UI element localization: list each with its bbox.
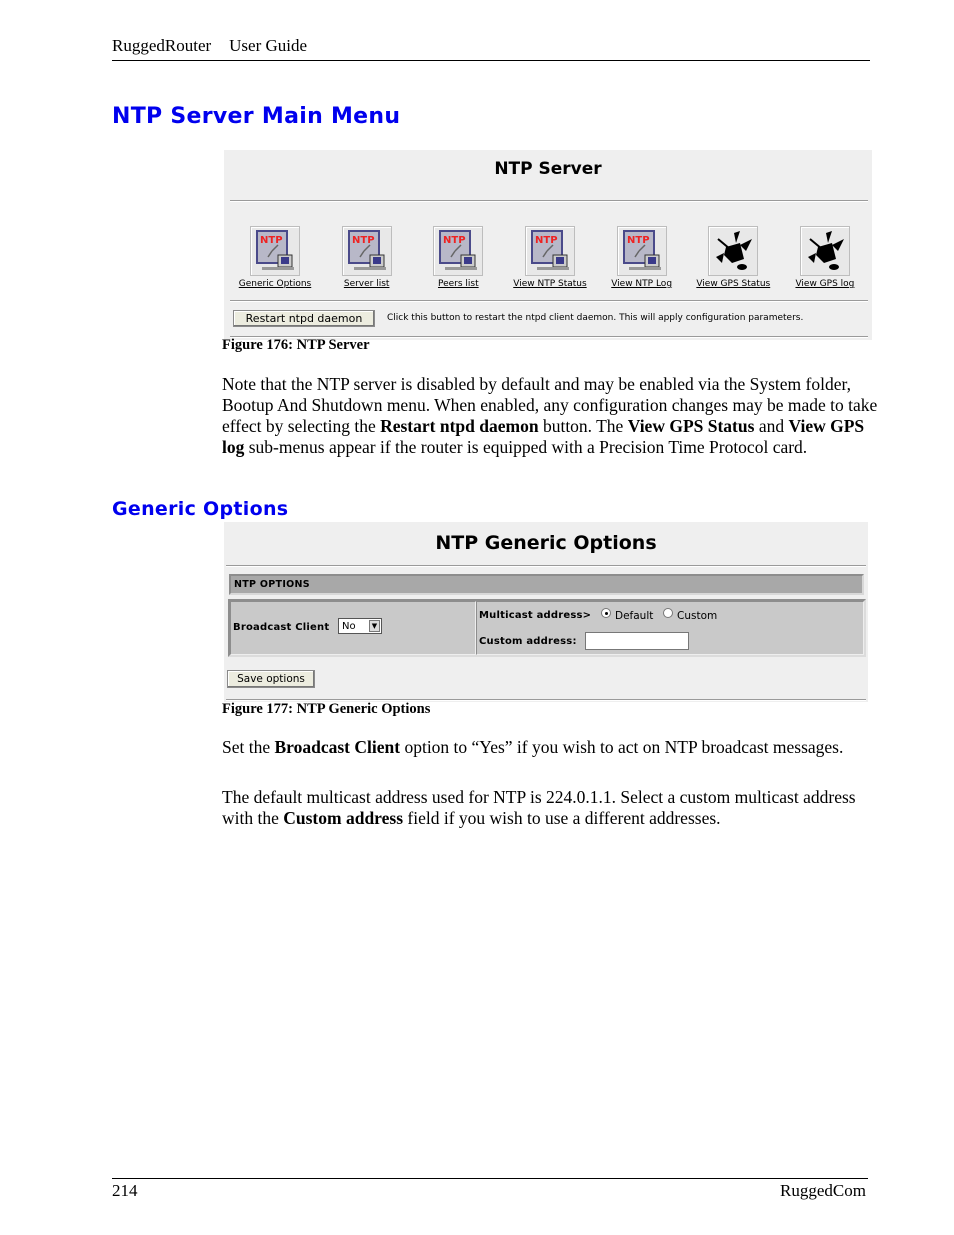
header-product: RuggedRouter [112, 36, 212, 55]
options-row: Broadcast Client No ▼ Multicast address>… [228, 599, 866, 657]
body-paragraph: The default multicast address used for N… [222, 787, 882, 829]
broadcast-client-cell: Broadcast Client No ▼ [230, 601, 476, 655]
menu-item-label[interactable]: View GPS Status [696, 279, 770, 289]
ntp-menu-icons: NTP Generic Options NTP Server list NTP … [232, 226, 868, 289]
text: option to “Yes” if you wish to act on NT… [400, 737, 844, 757]
footer-company: RuggedCom [780, 1181, 866, 1200]
svg-text:NTP: NTP [260, 235, 283, 246]
satellite-icon [708, 226, 759, 276]
bold-term: Restart ntpd daemon [380, 416, 539, 436]
ntp-clock-icon: NTP [524, 226, 575, 276]
ntp-server-screenshot: NTP Server NTP Generic Options NTP Serve… [224, 150, 872, 340]
ntp-clock-icon: NTP [250, 226, 300, 276]
custom-address-input[interactable] [585, 632, 689, 650]
broadcast-client-value: No [342, 621, 356, 632]
radio-custom-label: Custom [677, 610, 718, 622]
header-rule [112, 60, 870, 61]
ntp-clock-icon: NTP [433, 226, 484, 276]
dropdown-arrow-icon[interactable]: ▼ [369, 620, 380, 632]
multicast-address-label: Multicast address> [479, 610, 592, 621]
menu-item-view-ntp-log[interactable]: NTP View NTP Log [599, 226, 685, 289]
page-number: 214 [112, 1181, 138, 1200]
bold-term: Custom address [283, 808, 404, 828]
text: sub-menus appear if the router is equipp… [244, 437, 808, 457]
ntp-clock-icon: NTP [616, 226, 667, 276]
menu-item-view-ntp-status[interactable]: NTP View NTP Status [507, 226, 593, 289]
menu-item-label[interactable]: Generic Options [239, 279, 312, 289]
broadcast-client-label: Broadcast Client [233, 622, 330, 633]
menu-item-label[interactable]: View GPS log [795, 279, 854, 289]
figure-caption: Figure 177: NTP Generic Options [222, 701, 431, 717]
custom-address-label: Custom address: [479, 636, 577, 647]
restart-ntpd-daemon-button[interactable]: Restart ntpd daemon [233, 310, 375, 327]
menu-item-label[interactable]: View NTP Status [513, 279, 586, 289]
radio-default-label: Default [615, 610, 654, 622]
bold-term: View GPS Status [627, 416, 755, 436]
ntp-options-section-bar: NTP OPTIONS [229, 574, 864, 595]
menu-item-generic-options[interactable]: NTP Generic Options [232, 226, 318, 289]
svg-text:NTP: NTP [352, 235, 375, 246]
menu-item-peers-list[interactable]: NTP Peers list [415, 226, 501, 289]
screenshot-title: NTP Generic Options [435, 532, 657, 554]
header-doc-title: User Guide [229, 36, 308, 55]
satellite-icon [799, 226, 850, 276]
restart-description: Click this button to restart the ntpd cl… [387, 313, 804, 323]
divider [230, 200, 868, 202]
menu-item-label[interactable]: View NTP Log [611, 279, 672, 289]
radio-custom[interactable] [663, 608, 673, 618]
body-paragraph: Set the Broadcast Client option to “Yes”… [222, 737, 882, 758]
text: field if you wish to use a different add… [403, 808, 721, 828]
ntp-generic-options-screenshot: NTP Generic Options NTP OPTIONS Broadcas… [224, 522, 868, 702]
menu-item-server-list[interactable]: NTP Server list [324, 226, 410, 289]
menu-item-view-gps-log[interactable]: View GPS log [782, 226, 868, 289]
broadcast-client-select[interactable]: No ▼ [338, 618, 382, 634]
text: Set the [222, 737, 275, 757]
ntp-clock-icon: NTP [341, 226, 392, 276]
divider [230, 300, 868, 302]
divider [226, 565, 866, 567]
text: button. The [538, 416, 628, 436]
multicast-cell: Multicast address> Default Custom Custom… [476, 601, 864, 655]
body-paragraph: Note that the NTP server is disabled by … [222, 374, 882, 458]
section-heading-generic-options: Generic Options [112, 498, 289, 520]
menu-item-label[interactable]: Peers list [438, 279, 479, 289]
svg-text:NTP: NTP [535, 235, 558, 246]
bold-term: Broadcast Client [274, 737, 401, 757]
menu-item-view-gps-status[interactable]: View GPS Status [690, 226, 776, 289]
section-heading-ntp-server-main-menu: NTP Server Main Menu [112, 104, 401, 129]
svg-text:NTP: NTP [443, 235, 466, 246]
figure-caption: Figure 176: NTP Server [222, 337, 370, 353]
menu-item-label[interactable]: Server list [344, 279, 390, 289]
save-options-button[interactable]: Save options [227, 670, 315, 688]
footer-rule [112, 1178, 868, 1179]
text: and [754, 416, 789, 436]
svg-text:NTP: NTP [627, 235, 650, 246]
running-header: RuggedRouter User Guide [112, 36, 307, 56]
radio-default[interactable] [601, 608, 611, 618]
screenshot-title: NTP Server [494, 159, 602, 179]
